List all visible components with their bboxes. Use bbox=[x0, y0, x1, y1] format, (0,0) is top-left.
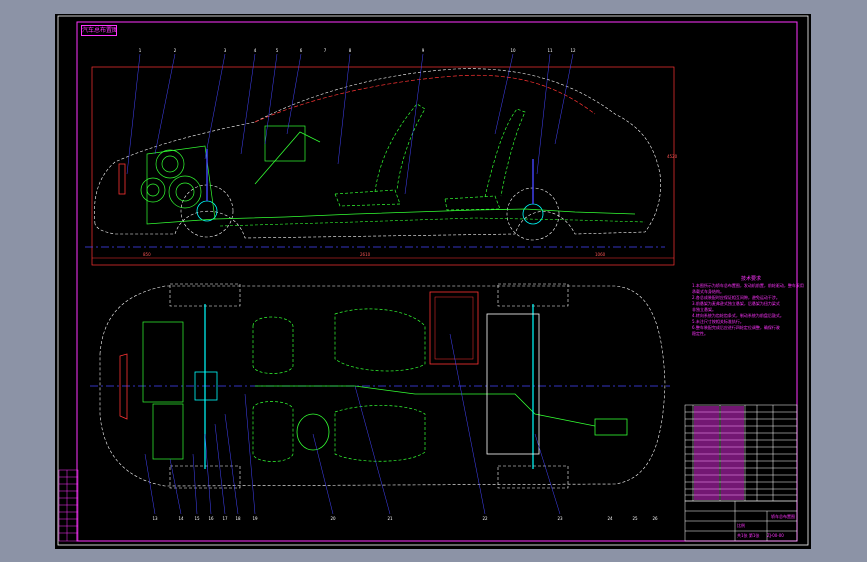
balloon-number: 25 bbox=[632, 516, 638, 521]
balloon-number: 3 bbox=[224, 48, 227, 53]
dim-overall: 4520 bbox=[667, 154, 678, 159]
balloon-number: 17 bbox=[222, 516, 228, 521]
chassis-floor-lower bbox=[219, 217, 646, 227]
rear-left-wheel bbox=[497, 283, 569, 307]
inner-border bbox=[76, 21, 798, 542]
dim-rear-overhang: 1060 bbox=[595, 252, 606, 257]
balloon-number: 12 bbox=[570, 48, 576, 53]
balloon-number: 23 bbox=[557, 516, 563, 521]
rear-seat bbox=[444, 108, 526, 211]
headlamp bbox=[118, 163, 126, 195]
parts-list-fill bbox=[694, 406, 744, 500]
balloon-number: 18 bbox=[235, 516, 241, 521]
balloon-number: 4 bbox=[254, 48, 257, 53]
balloon-number: 7 bbox=[324, 48, 327, 53]
balloon-number: 20 bbox=[330, 516, 336, 521]
side-view-frame bbox=[91, 66, 675, 266]
balloon-number: 5 bbox=[276, 48, 279, 53]
rear-beam bbox=[486, 313, 540, 455]
rear-seat-left bbox=[334, 308, 426, 372]
scale-label: 比例 bbox=[737, 523, 745, 528]
engine-top bbox=[142, 321, 184, 403]
fuel-tank bbox=[429, 291, 479, 365]
rear-hub bbox=[522, 203, 544, 225]
revision-strip bbox=[58, 469, 79, 542]
dim-front-overhang: 850 bbox=[143, 252, 151, 257]
muffler bbox=[594, 418, 628, 436]
balloon-number: 16 bbox=[208, 516, 214, 521]
balloon-number: 13 bbox=[152, 516, 158, 521]
front-seat bbox=[334, 103, 426, 207]
gearbox-top bbox=[152, 403, 184, 460]
balloon-number: 21 bbox=[387, 516, 393, 521]
front-right-wheel bbox=[169, 465, 241, 489]
front-left-wheel bbox=[169, 283, 241, 307]
balloon-number: 9 bbox=[422, 48, 425, 53]
drawing-number: ZJ-00-00 bbox=[767, 533, 784, 538]
balloon-number: 8 bbox=[349, 48, 352, 53]
engine bbox=[140, 145, 216, 225]
balloon-number: 2 bbox=[174, 48, 177, 53]
drawing-title: 轿车总布置图 bbox=[771, 514, 795, 519]
technical-notes: 技术要求 1.本图所示为轿车总布置图，发动机前置，前轮驱动，整车采用 承载式车身… bbox=[692, 276, 810, 337]
dim-wheelbase: 2610 bbox=[360, 252, 371, 257]
notes-line: 稳定性。 bbox=[692, 331, 708, 336]
balloon-number: 6 bbox=[300, 48, 303, 53]
notes-title: 技术要求 bbox=[740, 276, 761, 282]
roof-inner-line bbox=[254, 74, 596, 123]
radiator bbox=[119, 353, 128, 420]
dashboard bbox=[264, 125, 306, 162]
rear-seat-right bbox=[334, 405, 426, 462]
balloon-number: 19 bbox=[252, 516, 258, 521]
front-seat-right bbox=[252, 401, 294, 462]
balloon-number: 15 bbox=[194, 516, 200, 521]
balloon-number: 1 bbox=[139, 48, 142, 53]
steering-wheel bbox=[296, 413, 330, 451]
sheet-count: 共1张 第1张 bbox=[737, 533, 760, 538]
sheet-label: 汽车总布置图 bbox=[81, 25, 117, 36]
balloon-number: 24 bbox=[607, 516, 613, 521]
balloon-number: 11 bbox=[547, 48, 553, 53]
front-seat-left bbox=[252, 316, 294, 374]
cad-viewport[interactable]: 1 2 3 4 5 6 7 8 9 10 11 12 13 14 15 16 17 18 19 20 21 22 23 24 2… bbox=[55, 14, 811, 549]
chassis-floor bbox=[214, 208, 636, 220]
balloon-number: 10 bbox=[510, 48, 516, 53]
balloon-number: 26 bbox=[652, 516, 658, 521]
side-view bbox=[85, 53, 675, 266]
balloon-number: 14 bbox=[178, 516, 184, 521]
balloon-number: 22 bbox=[482, 516, 488, 521]
top-view bbox=[90, 283, 670, 515]
